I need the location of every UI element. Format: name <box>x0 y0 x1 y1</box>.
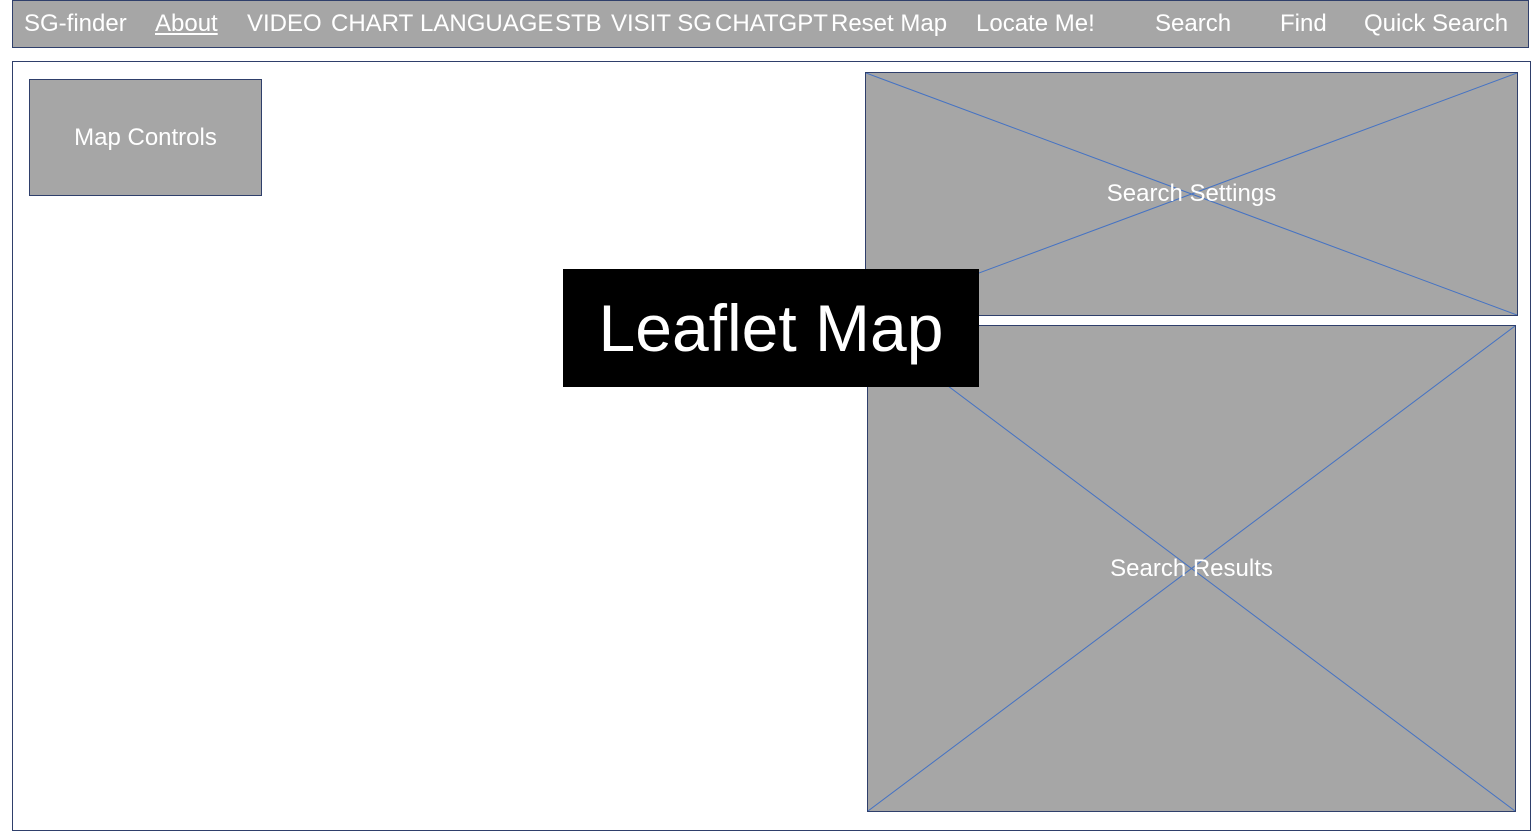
search-results-label: Search Results <box>1110 554 1273 582</box>
locate-me-button[interactable]: Locate Me! <box>976 8 1095 40</box>
nav-link-about[interactable]: About <box>155 8 218 40</box>
nav-link-chatgpt[interactable]: CHATGPT <box>715 8 828 40</box>
search-settings-label: Search Settings <box>1106 180 1277 207</box>
leaflet-map-title: Leaflet Map <box>598 291 944 365</box>
search-results-panel[interactable]: Search Results <box>867 325 1516 812</box>
quick-search-button[interactable]: Quick Search <box>1364 8 1508 40</box>
nav-brand-sg-finder[interactable]: SG-finder <box>24 8 127 40</box>
search-button[interactable]: Search <box>1155 8 1231 40</box>
nav-link-language[interactable]: LANGUAGE <box>420 8 553 40</box>
map-controls-label: Map Controls <box>74 123 217 151</box>
nav-link-video[interactable]: VIDEO <box>247 8 322 40</box>
map-controls-panel[interactable]: Map Controls <box>29 79 262 196</box>
nav-link-stb[interactable]: STB <box>555 8 602 40</box>
nav-link-visit-sg[interactable]: VISIT SG <box>611 8 712 40</box>
leaflet-map-label: Leaflet Map <box>563 269 979 387</box>
reset-map-button[interactable]: Reset Map <box>831 8 947 40</box>
nav-link-chart[interactable]: CHART <box>331 8 413 40</box>
top-nav-bar: SG-finder About VIDEO CHART LANGUAGE STB… <box>12 0 1529 48</box>
find-button[interactable]: Find <box>1280 8 1327 40</box>
